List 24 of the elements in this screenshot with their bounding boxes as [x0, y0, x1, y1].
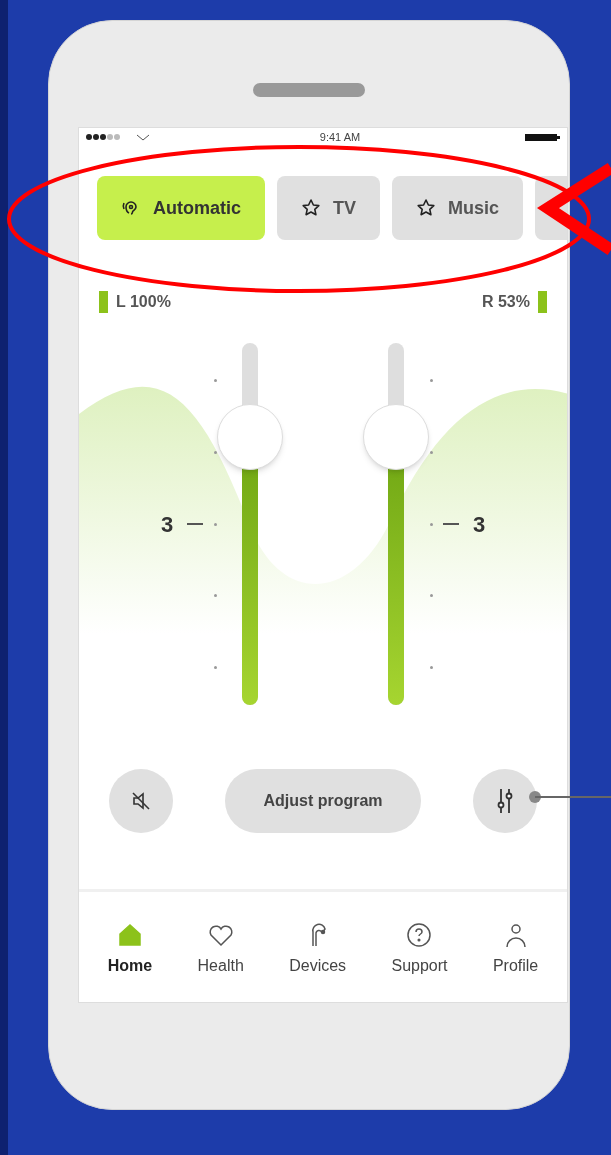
- program-tab[interactable]: Automatic: [97, 176, 265, 240]
- battery-level-icon: [538, 291, 547, 313]
- volume-slider[interactable]: [363, 343, 429, 705]
- slider-thumb[interactable]: [363, 404, 429, 471]
- nav-tab[interactable]: Home: [107, 920, 153, 978]
- right-battery-label: R 53%: [481, 292, 530, 312]
- program-tab[interactable]: Music: [392, 176, 524, 240]
- volume-slider[interactable]: [217, 343, 283, 705]
- nav-tab[interactable]: Support: [391, 920, 448, 978]
- battery-icon: [525, 132, 561, 142]
- slider-thumb[interactable]: [217, 404, 283, 471]
- battery-level-icon: [99, 291, 108, 313]
- adjust-program-button[interactable]: Adjust program: [225, 769, 421, 833]
- nav-tab[interactable]: Profile: [492, 920, 539, 978]
- nav-tab[interactable]: Health: [197, 920, 244, 978]
- volume-value: 3: [159, 510, 175, 539]
- nav-tab[interactable]: Devices: [289, 920, 347, 978]
- star-icon: [416, 198, 437, 218]
- program-tab[interactable]: TV: [277, 176, 381, 240]
- status-time: 9:41 AM: [319, 129, 361, 145]
- star-icon: [301, 198, 321, 218]
- left-battery-label: L 100%: [116, 292, 171, 312]
- volume-value: 3: [471, 510, 487, 539]
- speaker-muted-icon: [130, 790, 152, 812]
